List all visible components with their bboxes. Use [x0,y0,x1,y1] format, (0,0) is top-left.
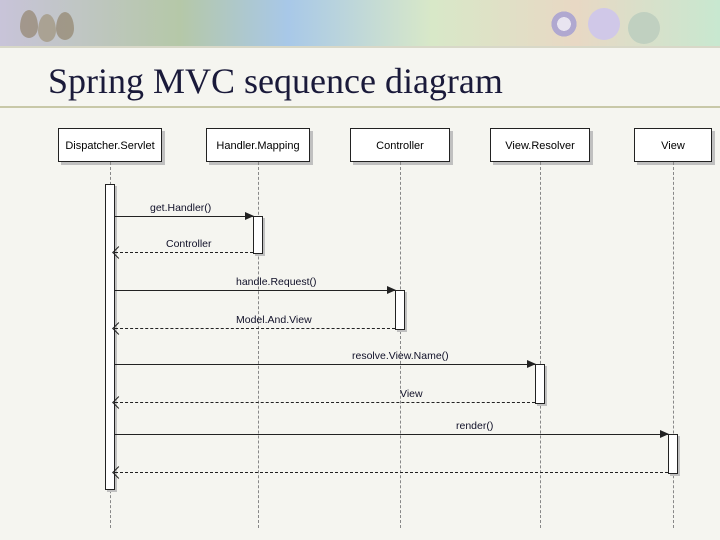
participant-mapping: Handler.Mapping [206,128,310,162]
page-title: Spring MVC sequence diagram [0,48,720,108]
message-2: handle.Request() [115,290,395,291]
message-7 [115,472,668,473]
message-3: Model.And.View [115,328,395,329]
activation-view [668,434,678,474]
arrow-head-icon [387,286,396,294]
message-label: render() [456,420,493,432]
arrow-head-icon [245,212,254,220]
lifeline-resolver [540,162,541,528]
decorative-banner [0,0,720,48]
message-4: resolve.View.Name() [115,364,535,365]
participant-dispatcher: Dispatcher.Servlet [58,128,162,162]
return-line-icon [115,402,535,403]
activation-dispatcher [105,184,115,490]
return-line-icon [115,252,253,253]
return-line-icon [115,472,668,473]
message-0: get.Handler() [115,216,253,217]
call-line-icon [115,434,668,435]
participant-view: View [634,128,712,162]
return-line-icon [115,328,395,329]
call-line-icon [115,364,535,365]
arrow-head-icon [660,430,669,438]
participant-controller: Controller [350,128,450,162]
message-label: Controller [166,238,212,250]
message-5: View [115,402,535,403]
arrow-head-icon [527,360,536,368]
lifeline-controller [400,162,401,528]
message-label: resolve.View.Name() [352,350,449,362]
message-1: Controller [115,252,253,253]
activation-mapping [253,216,263,254]
call-line-icon [115,216,253,217]
message-6: render() [115,434,668,435]
activation-resolver [535,364,545,404]
call-line-icon [115,290,395,291]
message-label: View [400,388,423,400]
sequence-diagram: Dispatcher.Servlet Handler.Mapping Control… [0,128,720,528]
activation-controller [395,290,405,330]
participant-resolver: View.Resolver [490,128,590,162]
message-label: Model.And.View [236,314,312,326]
message-label: get.Handler() [150,202,211,214]
message-label: handle.Request() [236,276,317,288]
